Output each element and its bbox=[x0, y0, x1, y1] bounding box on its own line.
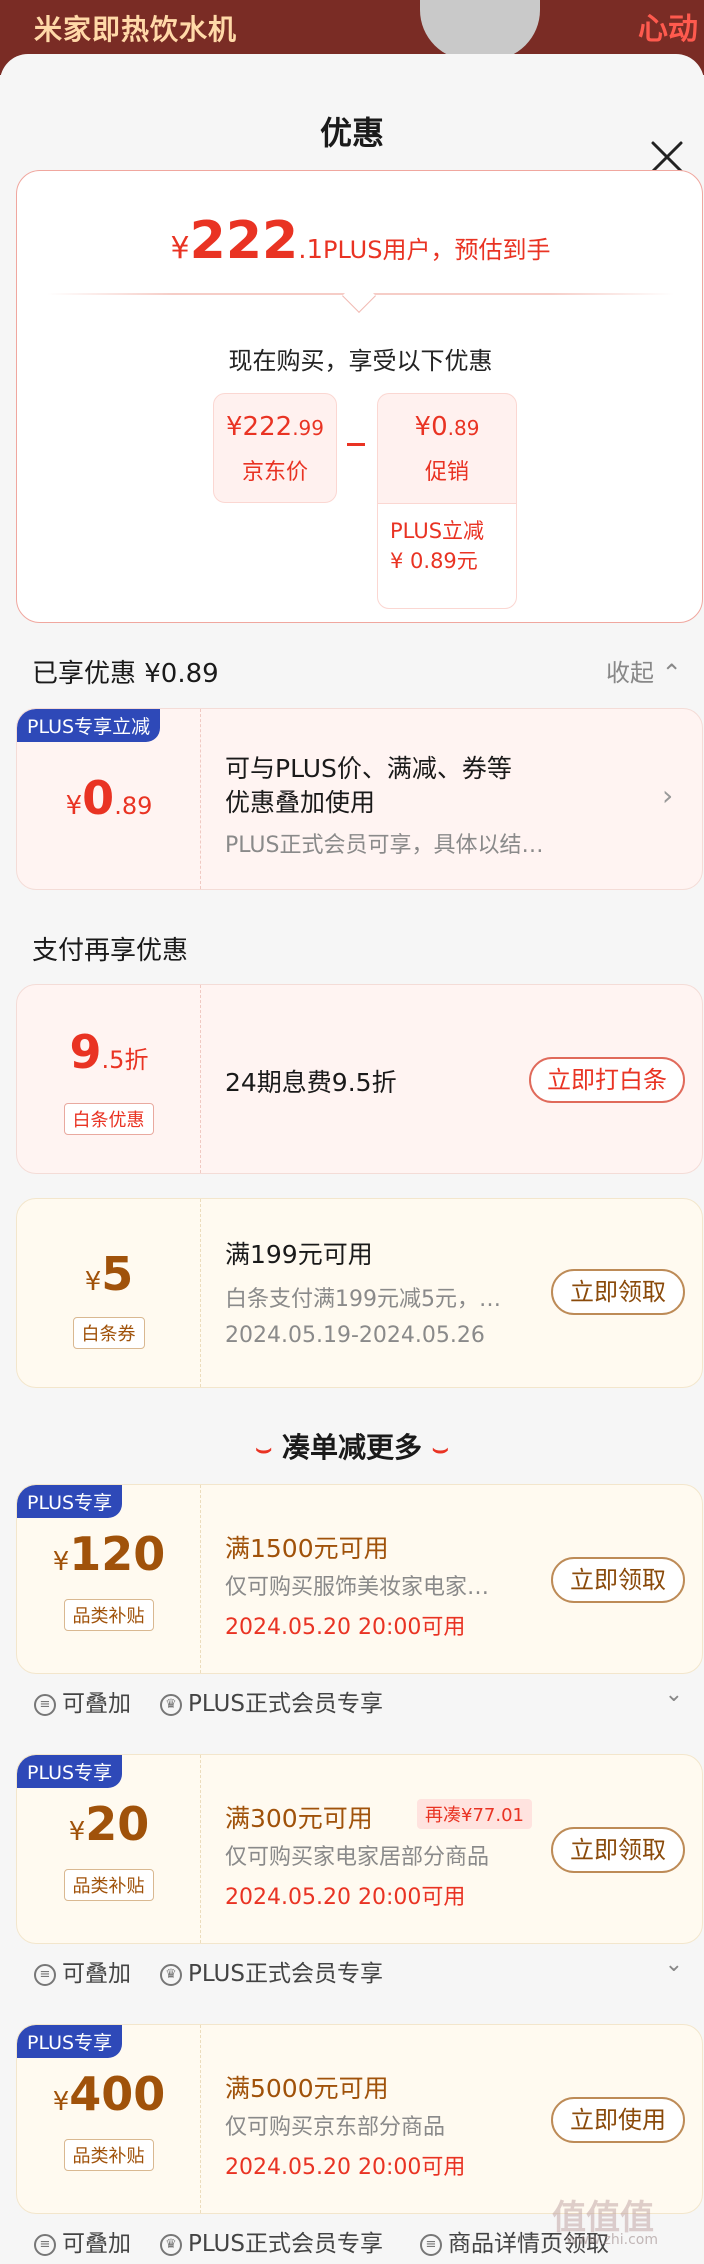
close-icon[interactable] bbox=[650, 140, 684, 174]
discount-sheet: 优惠 ¥222.1PLUS用户，预估到手 现在购买，享受以下优惠 ¥222.99… bbox=[0, 54, 704, 2264]
claim-coupon-button[interactable]: 立即领取 bbox=[551, 1557, 685, 1603]
coupon-badge: 品类补贴 bbox=[63, 1599, 154, 1631]
coupon-date: 2024.05.20 20:00可用 bbox=[225, 1885, 466, 1910]
coupon-scope: 仅可购买家电家居部分商品 bbox=[225, 1845, 490, 1870]
plus-desc-line2: 优惠叠加使用 bbox=[225, 788, 376, 817]
more-section-title: ⌣ 凑单减更多 ⌣ bbox=[255, 1431, 449, 1464]
banner-promo-text: 心动 bbox=[638, 12, 698, 47]
enjoyed-label: 已享优惠 ¥0.89 bbox=[32, 659, 219, 689]
baitiao-coupon-date: 2024.05.19-2024.05.26 bbox=[225, 1323, 485, 1348]
promo-box: ¥0.89 促销 bbox=[377, 393, 517, 503]
plus-tag: PLUS专享立减 bbox=[17, 709, 161, 742]
add-more-badge: 再凑¥77.01 bbox=[417, 1799, 532, 1829]
coupon-badge: 品类补贴 bbox=[63, 2139, 154, 2171]
coupon-tag: PLUS专享 bbox=[17, 1755, 123, 1788]
coupon-footer: ≡ 可叠加 ♛ PLUS正式会员专享 ⌄ bbox=[16, 1944, 703, 1996]
open-baitiao-button[interactable]: 立即打白条 bbox=[529, 1057, 685, 1103]
baitiao-coupon-badge: 白条券 bbox=[72, 1317, 145, 1349]
baitiao-discount-text: 24期息费9.5折 bbox=[225, 1068, 397, 1097]
coupon-card: PLUS专享 ¥20 品类补贴 满300元可用 再凑¥77.01 仅可购买家电家… bbox=[16, 1754, 703, 1944]
baitiao-coupon-threshold: 满199元可用 bbox=[225, 1240, 373, 1269]
plus-desc-line1: 可与PLUS价、满减、券等 bbox=[225, 754, 512, 783]
coupon-card: PLUS专享 ¥400 品类补贴 满5000元可用 仅可购买京东部分商品 202… bbox=[16, 2024, 703, 2214]
coupon-amount: ¥20 bbox=[68, 1797, 150, 1851]
coupon-tag: PLUS专享 bbox=[17, 2025, 123, 2058]
chevron-up-icon: ⌃ bbox=[661, 659, 682, 687]
coupon-amount: ¥120 bbox=[52, 1527, 166, 1581]
plus-discount-card[interactable]: PLUS专享立减 ¥0.89 可与PLUS价、满减、券等 优惠叠加使用 PLUS… bbox=[16, 708, 703, 890]
pay-section-label: 支付再享优惠 bbox=[32, 936, 189, 966]
coupon-badge: 品类补贴 bbox=[63, 1869, 154, 1901]
banner-product-image bbox=[420, 0, 540, 60]
baitiao-coupon-amount: ¥5 bbox=[84, 1247, 134, 1301]
sheet-title: 优惠 bbox=[319, 114, 384, 152]
coupon-threshold: 满300元可用 bbox=[225, 1804, 373, 1833]
claim-baitiao-coupon-button[interactable]: 立即领取 bbox=[551, 1269, 685, 1315]
coupon-threshold: 满5000元可用 bbox=[225, 2074, 389, 2103]
baitiao-discount-badge: 白条优惠 bbox=[63, 1103, 154, 1135]
coupon-scope: 仅可购买服饰美妆家电家… bbox=[225, 1575, 490, 1600]
coupon-footer: ≡ 可叠加 ♛ PLUS正式会员专享 ⌄ bbox=[16, 1674, 703, 1726]
promo-detail: PLUS立减 ¥ 0.89元 bbox=[377, 503, 517, 609]
collapse-button[interactable]: 收起 ⌃ bbox=[606, 653, 682, 688]
claim-coupon-button[interactable]: 立即领取 bbox=[551, 1827, 685, 1873]
banner-product-text: 米家即热饮水机 bbox=[34, 13, 238, 46]
baitiao-discount-card: 9.5折 白条优惠 24期息费9.5折 立即打白条 bbox=[16, 984, 703, 1174]
baitiao-coupon-card: ¥5 白条券 满199元可用 白条支付满199元减5元，… 2024.05.19… bbox=[16, 1198, 703, 1388]
stack-icon: ≡ bbox=[34, 1693, 56, 1716]
coupon-threshold: 满1500元可用 bbox=[225, 1534, 389, 1563]
watermark-url: www.zhi.com bbox=[566, 2232, 658, 2248]
crown-icon: ♛ bbox=[160, 1963, 182, 1986]
coupon-tag: PLUS专享 bbox=[17, 1485, 123, 1518]
stack-icon: ≡ bbox=[34, 1963, 56, 1986]
divider-notch bbox=[342, 279, 376, 313]
coupon-scope: 仅可购买京东部分商品 bbox=[225, 2115, 446, 2140]
baitiao-coupon-desc: 白条支付满199元减5元，… bbox=[225, 1287, 501, 1312]
use-coupon-button[interactable]: 立即使用 bbox=[551, 2097, 685, 2143]
chevron-down-icon[interactable]: ⌄ bbox=[665, 1682, 683, 1707]
estimated-price: ¥222.1PLUS用户，预估到手 bbox=[170, 211, 551, 271]
coupon-amount: ¥400 bbox=[52, 2067, 166, 2121]
summary-subtitle: 现在购买，享受以下优惠 bbox=[228, 347, 493, 375]
baitiao-discount-value: 9.5折 bbox=[69, 1025, 149, 1079]
minus-sign bbox=[347, 443, 365, 446]
stack-icon: ≡ bbox=[34, 2233, 56, 2256]
plus-note: PLUS正式会员可享，具体以结… bbox=[225, 833, 544, 858]
page-icon: ≡ bbox=[420, 2233, 442, 2256]
plus-amount: ¥0.89 bbox=[65, 771, 153, 825]
crown-icon: ♛ bbox=[160, 1693, 182, 1716]
chevron-down-icon[interactable]: ⌄ bbox=[665, 1952, 683, 1977]
crown-icon: ♛ bbox=[160, 2233, 182, 2256]
chevron-right-icon: › bbox=[662, 779, 674, 812]
jd-price-box: ¥222.99 京东价 bbox=[213, 393, 337, 503]
coupon-card: PLUS专享 ¥120 品类补贴 满1500元可用 仅可购买服饰美妆家电家… 2… bbox=[16, 1484, 703, 1674]
plus-amount-pane: PLUS专享立减 ¥0.89 bbox=[17, 709, 201, 889]
price-summary-card: ¥222.1PLUS用户，预估到手 现在购买，享受以下优惠 ¥222.99 京东… bbox=[16, 170, 703, 623]
coupon-date: 2024.05.20 20:00可用 bbox=[225, 1615, 466, 1640]
coupon-date: 2024.05.20 20:00可用 bbox=[225, 2155, 466, 2180]
